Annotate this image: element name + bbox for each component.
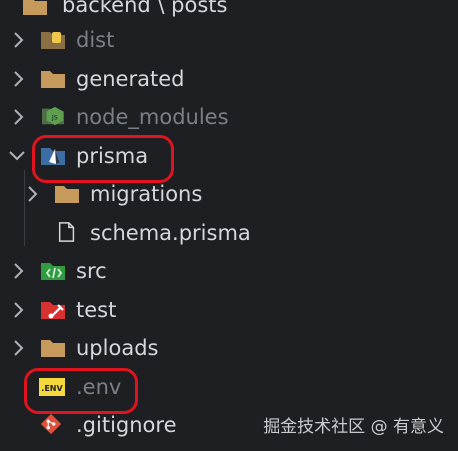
chevron-right-icon[interactable] [8, 68, 30, 90]
dist-folder-icon [41, 32, 65, 49]
tree-item-label: src [76, 259, 107, 283]
folder-icon [55, 186, 79, 203]
tree-item-label: generated [76, 67, 185, 91]
tree-item-label: dist [76, 28, 115, 52]
tree-item-test[interactable]: test [0, 293, 458, 327]
tree-item-label: migrations [90, 182, 203, 206]
watermark: 掘金技术社区 @ 有意义 [263, 417, 444, 437]
tree-item-node-modules[interactable]: JS node_modules [0, 100, 458, 134]
chevron-down-icon[interactable] [6, 145, 28, 167]
tree-item-label: schema.prisma [90, 221, 251, 245]
tree-item-label: test [76, 298, 117, 322]
tree-item-label: node_modules [76, 105, 229, 129]
chevron-right-icon[interactable] [8, 260, 30, 282]
folder-icon [41, 71, 65, 88]
test-folder-icon [41, 302, 65, 319]
workspace-root-label: backend \ posts [62, 0, 228, 17]
git-file-icon [40, 413, 62, 435]
node-icon-text: JS [51, 114, 58, 122]
src-folder-icon [41, 263, 65, 280]
workspace-root-row[interactable]: backend \ posts [0, 0, 458, 20]
file-explorer: backend \ posts dist generated JS node_m… [0, 0, 458, 451]
tree-item-schema-prisma[interactable]: schema.prisma [0, 216, 458, 250]
chevron-right-icon[interactable] [8, 337, 30, 359]
node-folder-icon: JS [42, 106, 64, 126]
chevron-right-icon[interactable] [8, 299, 30, 321]
highlight-prisma [32, 135, 174, 183]
chevron-right-icon[interactable] [8, 106, 30, 128]
tree-item-src[interactable]: src [0, 254, 458, 288]
folder-icon [23, 0, 47, 15]
tree-item-label: uploads [76, 336, 159, 360]
tree-item-label: .gitignore [76, 413, 177, 437]
chevron-right-icon[interactable] [8, 29, 30, 51]
tree-item-uploads[interactable]: uploads [0, 331, 458, 365]
chevron-right-icon[interactable] [22, 183, 44, 205]
tree-item-dist[interactable]: dist [0, 23, 458, 57]
tree-item-generated[interactable]: generated [0, 62, 458, 96]
file-icon [58, 222, 75, 242]
highlight-env [24, 368, 138, 414]
folder-icon [41, 340, 65, 357]
